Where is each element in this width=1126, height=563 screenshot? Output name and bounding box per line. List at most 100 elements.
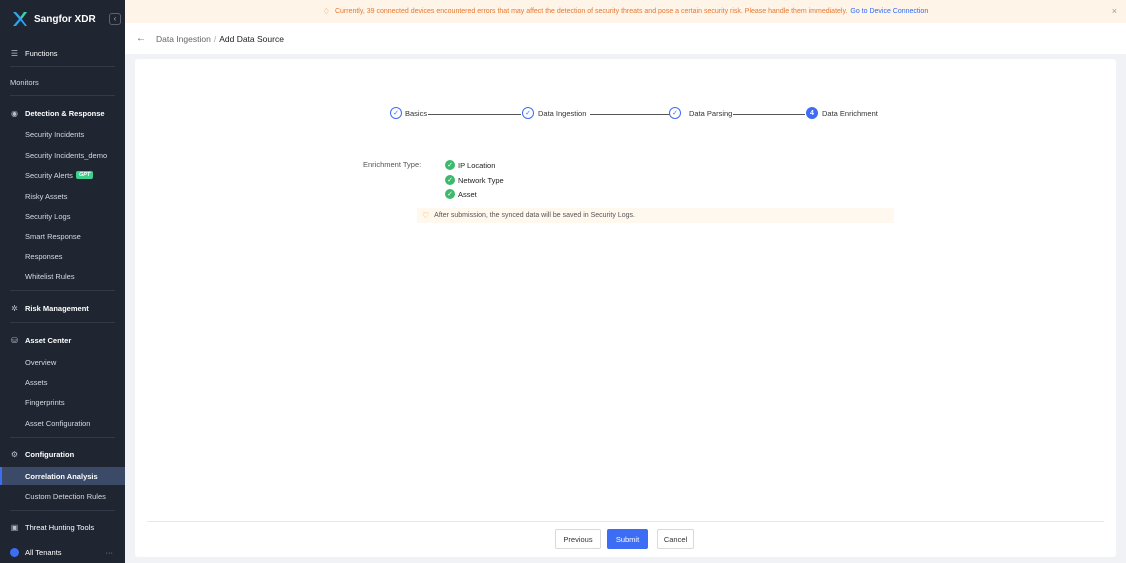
- risk-icon: ✲: [11, 303, 18, 313]
- sidebar-item-label: Responses: [25, 251, 63, 261]
- breadcrumb-data-ingestion[interactable]: Data Ingestion: [156, 34, 211, 44]
- collapse-left-icon[interactable]: ‹: [109, 13, 121, 25]
- sidebar-group-configuration[interactable]: ⚙ Configuration: [0, 445, 125, 463]
- sidebar-item-whitelist-rules[interactable]: Whitelist Rules: [0, 267, 125, 285]
- sidebar-item-label: Custom Detection Rules: [25, 491, 106, 501]
- bell-icon: ♢: [322, 7, 330, 16]
- sidebar-item-overview[interactable]: Overview: [0, 353, 125, 371]
- sidebar-item-correlation-analysis[interactable]: Correlation Analysis: [0, 467, 125, 485]
- sidebar-group-asset-center[interactable]: ⛁ Asset Center: [0, 331, 125, 349]
- step-basics: ✓ Basics: [390, 107, 429, 119]
- sidebar-item-risky-assets[interactable]: Risky Assets: [0, 187, 125, 205]
- step-label: Data Parsing: [688, 108, 734, 118]
- check-icon: ✓: [522, 107, 534, 119]
- check-icon: ✓: [390, 107, 402, 119]
- step-connector: [731, 114, 805, 115]
- app-name: Sangfor XDR: [34, 13, 96, 25]
- enrichment-item-asset: ✓ Asset: [445, 189, 477, 199]
- sidebar-group-label: Risk Management: [25, 303, 89, 313]
- sidebar-item-label: Fingerprints: [25, 397, 65, 407]
- step-number: 4: [806, 107, 818, 119]
- sidebar-item-custom-detection-rules[interactable]: Custom Detection Rules: [0, 487, 125, 505]
- sidebar-group-label: Configuration: [25, 449, 75, 459]
- sidebar: Sangfor XDR ‹ ☰ Functions Monitors ◉ Det…: [0, 0, 125, 563]
- sidebar-item-assets[interactable]: Assets: [0, 373, 125, 391]
- sidebar-item-smart-response[interactable]: Smart Response: [0, 227, 125, 245]
- sidebar-item-label: Correlation Analysis: [25, 471, 98, 481]
- close-icon[interactable]: ×: [1112, 6, 1117, 16]
- sidebar-item-security-incidents[interactable]: Security Incidents: [0, 125, 125, 143]
- banner-message: Currently, 39 connected devices encounte…: [334, 8, 848, 15]
- submit-button[interactable]: Submit: [607, 529, 648, 549]
- bulb-icon: ♡: [422, 211, 430, 220]
- user-avatar-icon: [10, 547, 19, 557]
- divider: [10, 66, 115, 67]
- sidebar-group-detection[interactable]: ◉ Detection & Response: [0, 104, 125, 122]
- sidebar-group-label: Detection & Response: [25, 108, 105, 118]
- sidebar-group-risk[interactable]: ✲ Risk Management: [0, 299, 125, 317]
- sidebar-item-label: Whitelist Rules: [25, 271, 75, 281]
- more-icon[interactable]: ···: [106, 548, 114, 557]
- step-data-enrichment: 4 Data Enrichment: [806, 107, 879, 119]
- sidebar-item-fingerprints[interactable]: Fingerprints: [0, 393, 125, 411]
- sidebar-item-label: Monitors: [10, 77, 39, 87]
- sidebar-item-label: All Tenants: [25, 547, 62, 557]
- toolbox-icon: ▣: [10, 522, 19, 532]
- check-circle-icon: ✓: [445, 189, 455, 199]
- enrichment-item-label: Network Type: [458, 175, 504, 185]
- sidebar-item-label: Functions: [25, 48, 58, 58]
- sidebar-item-functions[interactable]: ☰ Functions: [0, 44, 125, 62]
- sidebar-item-label: Threat Hunting Tools: [25, 522, 95, 532]
- step-connector: [590, 114, 670, 115]
- notice-text: After submission, the synced data will b…: [434, 212, 635, 219]
- warning-banner: ♢ Currently, 39 connected devices encoun…: [125, 0, 1126, 23]
- step-label: Basics: [405, 108, 429, 118]
- menu-icon: ☰: [10, 48, 19, 58]
- page-header: ← Data Ingestion / Add Data Source: [125, 23, 1126, 54]
- divider: [10, 510, 115, 511]
- enrichment-type-label: Enrichment Type:: [363, 160, 422, 169]
- sidebar-item-label: Security Incidents_demo: [25, 150, 108, 160]
- sidebar-item-label: Security Incidents: [25, 129, 85, 139]
- database-icon: ⛁: [11, 335, 18, 345]
- sangfor-logo-icon: [13, 12, 27, 26]
- step-connector: [425, 114, 521, 115]
- sidebar-item-monitors[interactable]: Monitors: [0, 73, 125, 91]
- sidebar-item-security-logs[interactable]: Security Logs: [0, 207, 125, 225]
- check-circle-icon: ✓: [445, 160, 455, 170]
- divider: [10, 322, 115, 323]
- gpt-badge: GPT: [75, 171, 94, 179]
- sidebar-item-asset-configuration[interactable]: Asset Configuration: [0, 414, 125, 432]
- step-indicator: ✓ Basics ✓ Data Ingestion ✓ Data Parsing…: [135, 107, 1116, 123]
- breadcrumb-current: Add Data Source: [219, 33, 284, 44]
- device-connection-link[interactable]: Go to Device Connection: [850, 8, 928, 15]
- sidebar-item-label: Overview: [25, 357, 57, 367]
- sidebar-item-label: Assets: [25, 377, 48, 387]
- sidebar-item-label: Risky Assets: [25, 191, 68, 201]
- shield-icon: ◉: [11, 108, 18, 118]
- brand: Sangfor XDR ‹: [0, 0, 125, 38]
- sidebar-item-label: Smart Response: [25, 231, 81, 241]
- enrichment-item-network-type: ✓ Network Type: [445, 175, 504, 185]
- divider: [10, 290, 115, 291]
- enrichment-item-label: IP Location: [458, 160, 496, 170]
- previous-button[interactable]: Previous: [555, 529, 601, 549]
- breadcrumb-separator: /: [213, 33, 217, 44]
- settings-icon: ⚙: [10, 449, 19, 459]
- sidebar-item-security-alerts[interactable]: Security Alerts GPT: [0, 166, 125, 184]
- step-data-ingestion: ✓ Data Ingestion: [522, 107, 588, 119]
- cancel-button[interactable]: Cancel: [657, 529, 694, 549]
- arrow-left-icon[interactable]: ←: [136, 33, 146, 44]
- sidebar-item-tenants[interactable]: All Tenants ···: [0, 543, 125, 561]
- main-card: ✓ Basics ✓ Data Ingestion ✓ Data Parsing…: [135, 59, 1116, 557]
- sidebar-group-label: Asset Center: [25, 335, 72, 345]
- submission-notice: ♡ After submission, the synced data will…: [417, 208, 894, 223]
- sidebar-item-responses[interactable]: Responses: [0, 247, 125, 265]
- sidebar-item-threat-hunting[interactable]: ▣ Threat Hunting Tools: [0, 518, 125, 536]
- enrichment-item-ip-location: ✓ IP Location: [445, 160, 495, 170]
- step-data-parsing: ✓ Data Parsing: [669, 107, 734, 119]
- enrichment-item-label: Asset: [458, 189, 477, 199]
- check-circle-icon: ✓: [445, 175, 455, 185]
- sidebar-item-label: Asset Configuration: [25, 418, 91, 428]
- sidebar-item-security-incidents-demo[interactable]: Security Incidents_demo: [0, 146, 125, 164]
